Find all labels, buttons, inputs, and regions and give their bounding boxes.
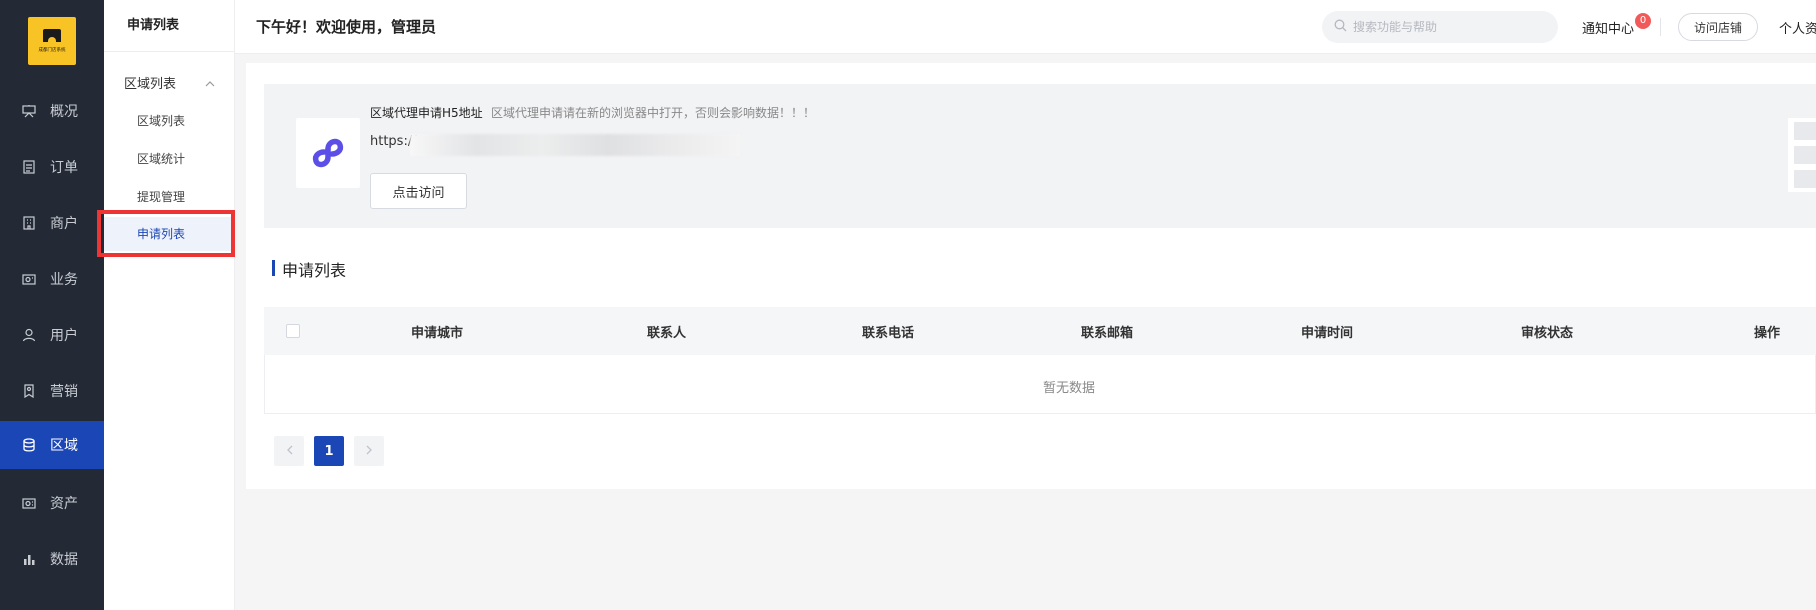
header-divider bbox=[1660, 18, 1661, 36]
nav-item-users[interactable]: 用户 bbox=[0, 311, 104, 359]
submenu-item-withdraw[interactable]: 提现管理 bbox=[104, 180, 235, 214]
prev-page-button[interactable] bbox=[274, 436, 304, 466]
profile-link[interactable]: 个人资 bbox=[1779, 18, 1816, 37]
nav-item-merchants[interactable]: 商户 bbox=[0, 199, 104, 247]
briefcase-icon bbox=[21, 271, 37, 287]
search-icon bbox=[1334, 19, 1347, 36]
column-header-actions: 操作 bbox=[1754, 326, 1781, 341]
database-icon bbox=[21, 437, 37, 453]
next-page-button[interactable] bbox=[354, 436, 384, 466]
nav-item-assets[interactable]: 资产 bbox=[0, 479, 104, 527]
app-logo[interactable]: 成都门店系统 bbox=[28, 17, 76, 65]
nav-item-marketing[interactable]: 营销 bbox=[0, 367, 104, 415]
section-title-bar bbox=[272, 260, 275, 276]
search-input[interactable] bbox=[1353, 20, 1553, 34]
submenu-item-region-stats[interactable]: 区域统计 bbox=[104, 142, 235, 176]
chevron-right-icon bbox=[366, 444, 373, 459]
submenu-title: 申请列表 bbox=[104, 0, 235, 52]
user-icon bbox=[21, 327, 37, 343]
column-header-city: 申请城市 bbox=[411, 326, 464, 341]
h5-url-redacted bbox=[410, 134, 740, 156]
nav-item-label: 营销 bbox=[50, 384, 78, 400]
table-header bbox=[264, 307, 1816, 355]
top-header: 下午好！欢迎使用，管理员 通知中心 0 访问店铺 个人资 bbox=[235, 0, 1816, 54]
table-body bbox=[264, 355, 1816, 414]
visit-link-button[interactable]: 点击访问 bbox=[370, 173, 467, 209]
visit-store-button[interactable]: 访问店铺 bbox=[1678, 13, 1758, 41]
select-all-checkbox[interactable] bbox=[286, 324, 300, 338]
submenu-group-region-list[interactable]: 区域列表 bbox=[124, 73, 176, 92]
search-box[interactable] bbox=[1322, 11, 1558, 43]
nav-item-label: 用户 bbox=[50, 328, 78, 344]
empty-state-text: 暂无数据 bbox=[1043, 381, 1096, 396]
column-header-phone: 联系电话 bbox=[862, 326, 915, 341]
qr-code-image bbox=[1788, 118, 1816, 192]
nav-item-data[interactable]: 数据 bbox=[0, 535, 104, 583]
nav-item-label: 业务 bbox=[50, 272, 78, 288]
mini-program-icon bbox=[296, 118, 360, 188]
nav-item-orders[interactable]: 订单 bbox=[0, 143, 104, 191]
presentation-icon bbox=[21, 103, 37, 119]
highlight-annotation bbox=[97, 210, 235, 257]
nav-item-label: 资产 bbox=[50, 496, 78, 512]
main-sidebar: 成都门店系统 概况 订单 商户 业务 用户 营销 区域 资产 数据 bbox=[0, 0, 104, 610]
nav-item-region[interactable]: 区域 bbox=[0, 421, 104, 469]
chevron-left-icon bbox=[286, 444, 293, 459]
bar-chart-icon bbox=[21, 551, 37, 567]
money-icon bbox=[21, 495, 37, 511]
submenu-item-region-list[interactable]: 区域列表 bbox=[104, 104, 235, 138]
building-icon bbox=[21, 215, 37, 231]
nav-item-business[interactable]: 业务 bbox=[0, 255, 104, 303]
nav-item-label: 数据 bbox=[50, 552, 78, 568]
tag-icon bbox=[21, 383, 37, 399]
nav-item-label: 概况 bbox=[50, 104, 78, 120]
logo-text: 成都门店系统 bbox=[38, 47, 66, 53]
nav-item-label: 区域 bbox=[50, 438, 78, 454]
shop-icon bbox=[43, 29, 61, 42]
h5-address-tip: 区域代理申请请在新的浏览器中打开，否则会影响数据！！！ bbox=[491, 106, 816, 120]
greeting-text: 下午好！欢迎使用，管理员 bbox=[256, 18, 437, 36]
column-header-status: 审核状态 bbox=[1521, 326, 1574, 341]
document-icon bbox=[21, 159, 37, 175]
nav-item-overview[interactable]: 概况 bbox=[0, 87, 104, 135]
column-header-time: 申请时间 bbox=[1301, 326, 1354, 341]
chevron-up-icon[interactable] bbox=[205, 76, 215, 91]
nav-item-label: 订单 bbox=[50, 160, 78, 176]
column-header-contact: 联系人 bbox=[647, 326, 687, 341]
page-button-current[interactable]: 1 bbox=[314, 436, 344, 466]
h5-address-title: 区域代理申请H5地址 bbox=[370, 106, 483, 120]
nav-item-label: 商户 bbox=[50, 216, 78, 232]
section-title: 申请列表 bbox=[282, 261, 347, 280]
column-header-email: 联系邮箱 bbox=[1081, 326, 1134, 341]
notify-badge: 0 bbox=[1635, 13, 1651, 29]
notify-center-link[interactable]: 通知中心 bbox=[1582, 18, 1634, 37]
